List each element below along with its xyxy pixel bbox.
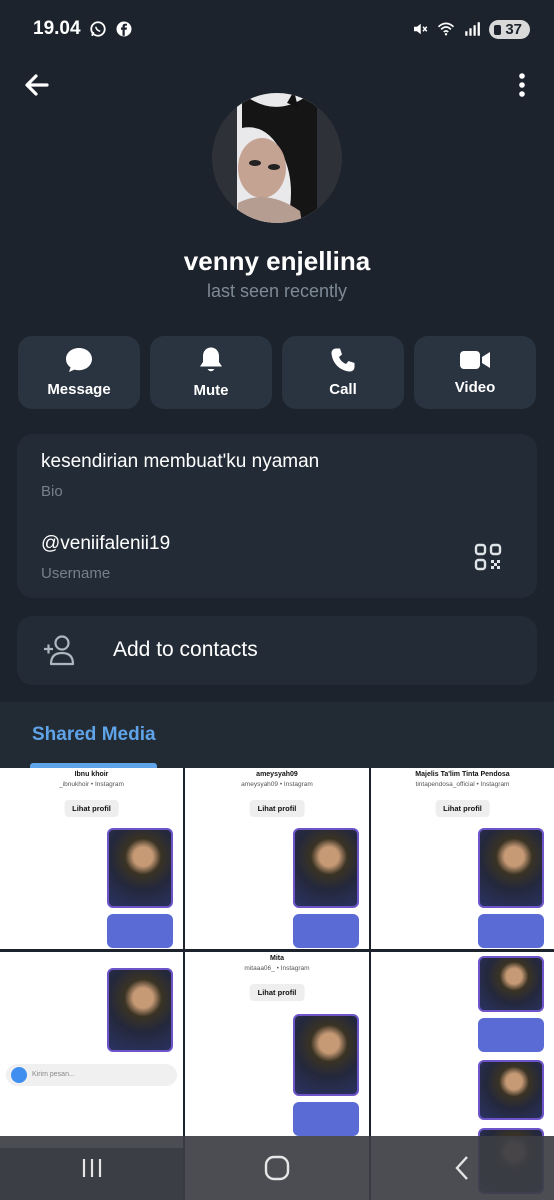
profile-name: venny enjellina: [183, 246, 371, 276]
media-item-button: Lihat profil: [249, 800, 305, 817]
message-icon: [66, 348, 92, 372]
media-bubble: [107, 914, 173, 948]
bio-label: Bio: [41, 483, 63, 500]
media-item-button: Lihat profil: [435, 800, 490, 817]
avatar[interactable]: [212, 93, 342, 223]
media-item[interactable]: Majelis Ta'lim Tinta Pendosa tintapendos…: [371, 768, 554, 949]
media-item-sub: ameysyah09 • Instagram: [241, 781, 313, 788]
status-bar: 19.04 37: [0, 0, 554, 58]
back-arrow-icon[interactable]: [20, 68, 54, 102]
bell-icon: [200, 347, 222, 372]
media-bubble: [293, 914, 359, 948]
username-text[interactable]: @veniifalenii19: [41, 533, 170, 555]
info-card: kesendirian membuat'ku nyaman Bio @venii…: [17, 434, 537, 598]
facebook-icon: [116, 21, 132, 37]
media-bubble: [293, 1102, 359, 1136]
bio-text[interactable]: kesendirian membuat'ku nyaman: [41, 451, 319, 473]
media-item-button: Lihat profil: [249, 984, 305, 1001]
recents-icon: [83, 1159, 102, 1177]
shared-media-section: Shared Media: [0, 702, 554, 768]
message-label: Message: [47, 381, 111, 398]
media-photo: [293, 1014, 359, 1096]
mute-label: Mute: [193, 382, 229, 399]
recents-button[interactable]: [62, 1148, 122, 1188]
mute-icon: [414, 23, 428, 35]
more-vert-icon[interactable]: [510, 68, 534, 102]
status-right: 37: [411, 19, 530, 39]
media-item-name: Majelis Ta'lim Tinta Pendosa: [415, 771, 510, 778]
mute-button[interactable]: Mute: [150, 336, 272, 409]
add-to-contacts-label: Add to contacts: [113, 638, 258, 661]
call-button[interactable]: Call: [282, 336, 404, 409]
media-item-sub: mitaaa06_ • Instagram: [244, 965, 310, 972]
media-photo: [478, 828, 544, 908]
battery-icon: 37: [489, 19, 530, 39]
media-item-button: Lihat profil: [64, 800, 119, 817]
tab-shared-media[interactable]: Shared Media: [32, 724, 156, 746]
media-item-name: Ibnu khoir: [74, 771, 109, 778]
media-bubble: [478, 914, 544, 948]
action-buttons: Message Mute Call Video: [18, 336, 536, 409]
media-item-sub: _ibnukhoir • Instagram: [59, 781, 124, 788]
back-button[interactable]: [432, 1148, 492, 1188]
system-navigation-bar: [0, 1136, 554, 1200]
username-label: Username: [41, 565, 111, 582]
media-item-name: ameysyah09: [256, 771, 298, 778]
home-icon: [264, 1155, 290, 1181]
qr-code-icon[interactable]: [474, 543, 502, 571]
status-left: 19.04: [33, 18, 133, 40]
message-button[interactable]: Message: [18, 336, 140, 409]
video-icon: [460, 351, 490, 369]
signal-icon: [465, 22, 481, 36]
add-person-icon: [44, 635, 75, 666]
media-item-sub: tintapendosa_official • Instagram: [415, 781, 510, 788]
media-item[interactable]: Ibnu khoir _ibnukhoir • Instagram Lihat …: [0, 768, 183, 949]
media-photo: [478, 1060, 544, 1120]
wifi-icon: [438, 22, 455, 36]
media-photo: [107, 968, 173, 1052]
media-item-name: Mita: [270, 955, 284, 962]
media-photo: [107, 828, 173, 908]
media-message-input: Kirim pesan...: [6, 1064, 177, 1086]
whatsapp-icon: [89, 21, 106, 37]
phone-icon: [331, 348, 355, 372]
media-photo: [293, 828, 359, 908]
call-label: Call: [329, 381, 357, 398]
back-chevron-icon: [455, 1156, 468, 1180]
add-to-contacts-button[interactable]: Add to contacts: [17, 616, 537, 685]
last-seen-status: last seen recently: [206, 281, 348, 301]
status-time: 19.04: [33, 18, 81, 39]
video-button[interactable]: Video: [414, 336, 536, 409]
video-label: Video: [454, 379, 496, 396]
media-photo: [478, 956, 544, 1012]
media-item[interactable]: ameysyah09 ameysyah09 • Instagram Lihat …: [185, 768, 369, 949]
home-button[interactable]: [247, 1148, 307, 1188]
media-bubble: [478, 1018, 544, 1052]
avatar-photo: [212, 93, 342, 223]
